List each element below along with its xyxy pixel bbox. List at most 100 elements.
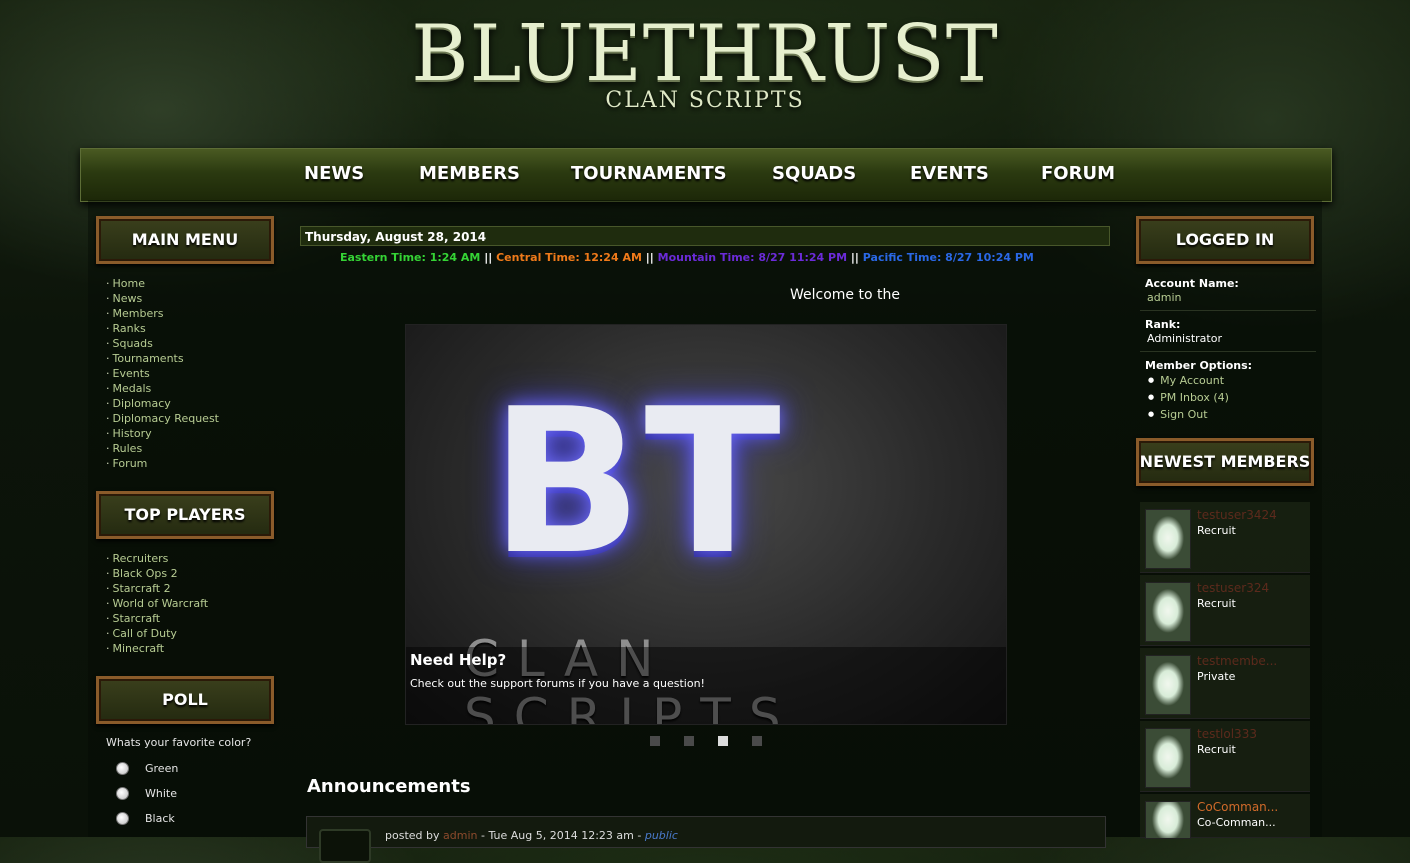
- menu-item-medals[interactable]: · Medals: [106, 381, 219, 396]
- date-bar: Thursday, August 28, 2014: [300, 226, 1110, 246]
- top-players-item-call-of-duty[interactable]: · Call of Duty: [106, 626, 208, 641]
- top-players-item-minecraft[interactable]: · Minecraft: [106, 641, 208, 656]
- caption-text: Check out the support forums if you have…: [410, 677, 705, 690]
- slide-dot-4[interactable]: [752, 736, 762, 746]
- nav-members[interactable]: MEMBERS: [419, 163, 520, 184]
- member-name[interactable]: testuser3424: [1197, 508, 1277, 522]
- radio-button[interactable]: [116, 812, 129, 825]
- menu-item-squads[interactable]: · Squads: [106, 336, 219, 351]
- nav-tournaments[interactable]: TOURNAMENTS: [571, 163, 727, 184]
- nav-events[interactable]: EVENTS: [910, 163, 989, 184]
- poll-title: POLL: [162, 690, 208, 709]
- radio-button[interactable]: [116, 787, 129, 800]
- menu-item-tournaments[interactable]: · Tournaments: [106, 351, 219, 366]
- post-date: Tue Aug 5, 2014 12:23 am: [488, 829, 634, 842]
- menu-item-home[interactable]: · Home: [106, 276, 219, 291]
- pacific-time: Pacific Time: 8/27 10:24 PM: [862, 251, 1034, 264]
- top-players-item-recruiters[interactable]: · Recruiters: [106, 551, 208, 566]
- slide-dot-1[interactable]: [650, 736, 660, 746]
- nav-news[interactable]: NEWS: [304, 163, 364, 184]
- top-players-item-starcraft-2[interactable]: · Starcraft 2: [106, 581, 208, 596]
- menu-item-members[interactable]: · Members: [106, 306, 219, 321]
- eastern-time: Eastern Time: 1:24 AM: [340, 251, 481, 264]
- avatar[interactable]: [1145, 509, 1191, 569]
- meta-dash: -: [480, 829, 485, 842]
- member-card[interactable]: testmembe... Private: [1140, 648, 1310, 719]
- menu-item-ranks[interactable]: · Ranks: [106, 321, 219, 336]
- member-options-label: Member Options:: [1145, 359, 1253, 372]
- meta-dash: -: [637, 829, 642, 842]
- member-name[interactable]: testmembe...: [1197, 654, 1277, 668]
- member-name[interactable]: testlol333: [1197, 727, 1257, 741]
- site-logo[interactable]: BLUETHRUST CLAN SCRIPTS: [405, 14, 1005, 124]
- main-nav: NEWS MEMBERS TOURNAMENTS SQUADS EVENTS F…: [80, 148, 1332, 202]
- top-players-item-starcraft[interactable]: · Starcraft: [106, 611, 208, 626]
- logged-in-header: LOGGED IN: [1136, 216, 1314, 264]
- poll-option-white[interactable]: White: [116, 787, 177, 800]
- current-date: Thursday, August 28, 2014: [305, 230, 487, 244]
- member-rank: Recruit: [1197, 597, 1236, 610]
- avatar[interactable]: [1145, 801, 1191, 839]
- time-separator: ||: [484, 251, 493, 264]
- menu-item-forum[interactable]: · Forum: [106, 456, 219, 471]
- poll-question: Whats your favorite color?: [106, 736, 252, 749]
- main-menu-list: · Home · News · Members · Ranks · Squads · Tou…: [106, 276, 219, 471]
- announcements-title: Announcements: [307, 776, 471, 797]
- post-meta: posted by admin - Tue Aug 5, 2014 12:23 …: [385, 829, 678, 842]
- member-rank: Recruit: [1197, 743, 1236, 756]
- top-players-item-world-of-warcraft[interactable]: · World of Warcraft: [106, 596, 208, 611]
- menu-item-diplomacy[interactable]: · Diplomacy: [106, 396, 219, 411]
- sign-out-link[interactable]: Sign Out: [1148, 407, 1229, 424]
- slide-dot-2[interactable]: [684, 736, 694, 746]
- rank-label: Rank:: [1145, 318, 1181, 331]
- time-separator: ||: [850, 251, 859, 264]
- member-card[interactable]: CoComman... Co-Comman...: [1140, 794, 1310, 839]
- post-visibility: public: [644, 829, 678, 842]
- slider-caption: Need Help? Check out the support forums …: [406, 647, 1006, 724]
- poll-option-label: Black: [145, 812, 175, 825]
- timezone-clock: Eastern Time: 1:24 AM || Central Time: 1…: [340, 251, 1034, 264]
- poll-option-green[interactable]: Green: [116, 762, 178, 775]
- divider: [1140, 310, 1316, 311]
- newest-members-header: NEWEST MEMBERS: [1136, 438, 1314, 486]
- main-menu-header: MAIN MENU: [96, 216, 274, 264]
- avatar[interactable]: [1145, 655, 1191, 715]
- menu-item-history[interactable]: · History: [106, 426, 219, 441]
- top-players-item-black-ops-2[interactable]: · Black Ops 2: [106, 566, 208, 581]
- member-card[interactable]: testuser3424 Recruit: [1140, 502, 1310, 573]
- pm-inbox-link[interactable]: PM Inbox (4): [1148, 390, 1229, 407]
- menu-item-diplomacy-request[interactable]: · Diplomacy Request: [106, 411, 219, 426]
- image-slider[interactable]: BT CLAN SCRIPTS Need Help? Check out the…: [405, 324, 1007, 725]
- account-name-value[interactable]: admin: [1147, 291, 1181, 304]
- top-players-header: TOP PLAYERS: [96, 491, 274, 539]
- menu-item-news[interactable]: · News: [106, 291, 219, 306]
- member-name[interactable]: CoComman...: [1197, 800, 1278, 814]
- poll-option-label: White: [145, 787, 177, 800]
- menu-item-events[interactable]: · Events: [106, 366, 219, 381]
- announcement-post: posted by admin - Tue Aug 5, 2014 12:23 …: [306, 816, 1106, 863]
- top-players-title: TOP PLAYERS: [124, 505, 246, 524]
- post-author-link[interactable]: admin: [443, 829, 477, 842]
- member-card[interactable]: testlol333 Recruit: [1140, 721, 1310, 792]
- avatar[interactable]: [1145, 728, 1191, 788]
- menu-item-rules[interactable]: · Rules: [106, 441, 219, 456]
- poll-header: POLL: [96, 676, 274, 724]
- divider: [1140, 351, 1316, 352]
- member-options-list: My Account PM Inbox (4) Sign Out: [1148, 373, 1229, 424]
- poll-option-label: Green: [145, 762, 179, 775]
- logo-title: BLUETHRUST: [411, 9, 999, 99]
- member-name[interactable]: testuser324: [1197, 581, 1269, 595]
- avatar[interactable]: [1145, 582, 1191, 642]
- nav-forum[interactable]: FORUM: [1041, 163, 1115, 184]
- central-time: Central Time: 12:24 AM: [496, 251, 642, 264]
- welcome-text: Welcome to the: [790, 287, 900, 303]
- top-players-list: · Recruiters · Black Ops 2 · Starcraft 2 · W…: [106, 551, 208, 656]
- poll-option-black[interactable]: Black: [116, 812, 175, 825]
- my-account-link[interactable]: My Account: [1148, 373, 1229, 390]
- announcement-icon: [319, 829, 371, 863]
- posted-by-label: posted by: [385, 829, 440, 842]
- member-card[interactable]: testuser324 Recruit: [1140, 575, 1310, 646]
- nav-squads[interactable]: SQUADS: [772, 163, 856, 184]
- radio-button[interactable]: [116, 762, 129, 775]
- slide-dot-3[interactable]: [718, 736, 728, 746]
